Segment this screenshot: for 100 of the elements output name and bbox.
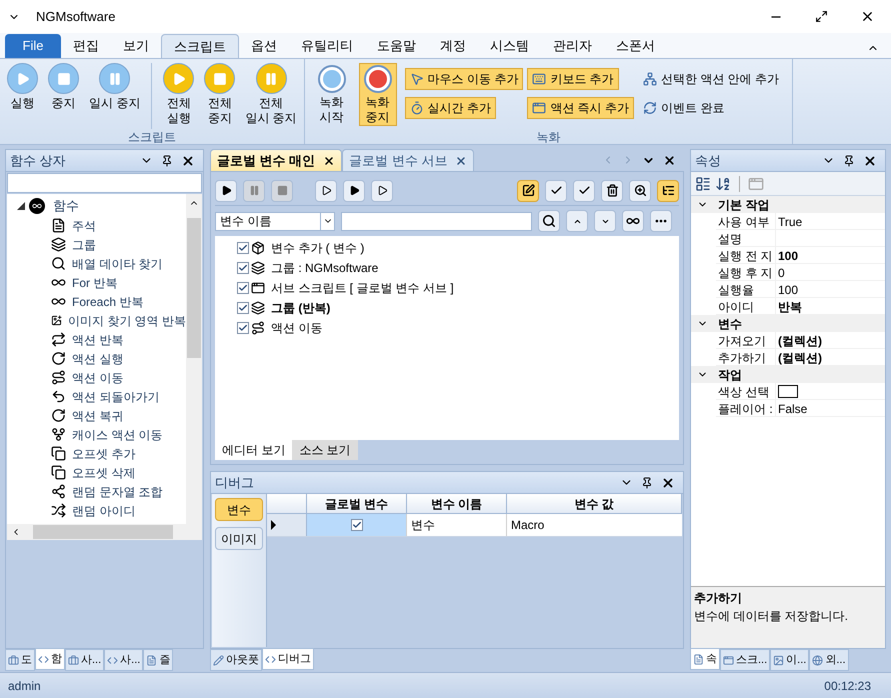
ribbon-small-button[interactable]: 이벤트 완료 bbox=[638, 97, 730, 119]
property-value[interactable]: 100 bbox=[776, 281, 798, 297]
toolbar-button[interactable] bbox=[371, 180, 393, 202]
property-value[interactable]: (컬렉션) bbox=[776, 349, 822, 365]
tree-item[interactable]: 이미지 찾기 영역 반복 bbox=[68, 312, 186, 330]
scrollbar[interactable] bbox=[7, 524, 202, 540]
view-tab[interactable]: 소스 보기 bbox=[292, 440, 358, 460]
close-icon[interactable] bbox=[661, 476, 675, 490]
checkbox[interactable] bbox=[237, 302, 249, 314]
checkbox[interactable] bbox=[237, 262, 249, 274]
side-button[interactable]: 변수 bbox=[215, 498, 263, 521]
expand-arrow-icon[interactable] bbox=[17, 202, 25, 210]
toolbar-button[interactable] bbox=[343, 180, 365, 202]
search-field[interactable] bbox=[341, 212, 532, 230]
property-value[interactable]: False bbox=[776, 400, 808, 416]
column-header[interactable]: 글로벌 변수 bbox=[307, 494, 407, 513]
toolbar-button[interactable] bbox=[215, 180, 237, 202]
ribbon-small-button[interactable]: 선택한 액션 안에 추가 bbox=[638, 68, 784, 90]
side-button[interactable]: 이미지 bbox=[215, 527, 263, 550]
scrollbar-thumb[interactable] bbox=[33, 525, 173, 539]
ribbon-tab[interactable]: 편집 bbox=[61, 34, 111, 58]
script-item[interactable]: 그룹 : NGMsoftware bbox=[271, 259, 378, 277]
ribbon-button[interactable]: 실행 bbox=[4, 63, 41, 129]
ribbon-button[interactable]: 녹화 시작 bbox=[312, 63, 351, 126]
property-value[interactable]: True bbox=[776, 213, 802, 229]
ribbon-button[interactable]: 전체 일시 중지 bbox=[242, 63, 300, 129]
toolbar-button[interactable] bbox=[657, 180, 679, 202]
script-item[interactable]: 그룹 (반복) bbox=[271, 299, 330, 317]
ribbon-tab[interactable]: 관리자 bbox=[541, 34, 604, 58]
panel-tab[interactable]: 도 bbox=[5, 649, 35, 671]
column-header[interactable]: 변수 이름 bbox=[407, 494, 507, 513]
tree-item[interactable]: 오프셋 추가 bbox=[72, 444, 136, 462]
ribbon-tab[interactable]: 시스템 bbox=[478, 34, 541, 58]
ribbon-button[interactable]: 일시 중지 bbox=[86, 63, 144, 129]
tree-item[interactable]: 액션 이동 bbox=[72, 368, 124, 386]
ribbon-button[interactable]: 중지 bbox=[45, 63, 82, 129]
toolbar-button[interactable] bbox=[601, 180, 623, 202]
tree-item[interactable]: 배열 데이타 찾기 bbox=[72, 254, 163, 272]
pin-icon[interactable] bbox=[161, 154, 173, 166]
toolbar-button[interactable] bbox=[545, 180, 567, 202]
close-icon[interactable] bbox=[863, 154, 877, 168]
color-swatch[interactable] bbox=[778, 384, 798, 398]
panel-tab[interactable]: 사... bbox=[104, 649, 144, 671]
property-value[interactable]: 0 bbox=[776, 264, 785, 280]
panel-tab[interactable]: 스크... bbox=[720, 649, 770, 671]
toolbar-button[interactable] bbox=[538, 210, 560, 232]
close-icon[interactable] bbox=[663, 154, 676, 166]
scrollbar-thumb[interactable] bbox=[187, 218, 201, 358]
checkbox[interactable] bbox=[237, 242, 249, 254]
scrollbar[interactable] bbox=[186, 194, 202, 524]
checkbox[interactable] bbox=[237, 322, 249, 334]
toolbar-button[interactable] bbox=[650, 210, 672, 232]
property-value[interactable]: 반복 bbox=[776, 298, 802, 314]
file-tab[interactable]: File bbox=[5, 34, 61, 58]
panel-tab[interactable]: 디버그 bbox=[262, 648, 314, 670]
panel-tab[interactable]: 함 bbox=[35, 648, 65, 670]
tree-item[interactable]: Foreach 반복 bbox=[72, 292, 144, 310]
ribbon-button[interactable]: 녹화 중지 bbox=[358, 63, 397, 126]
tree-item[interactable]: 액션 실행 bbox=[72, 350, 124, 368]
ribbon-tab[interactable]: 유틸리티 bbox=[289, 34, 365, 58]
tree-item[interactable]: 액션 반복 bbox=[72, 330, 124, 348]
sort-alphabetical-icon[interactable] bbox=[715, 176, 731, 192]
panel-tab[interactable]: 즐 bbox=[143, 649, 174, 671]
ribbon-tab[interactable]: 옵션 bbox=[239, 34, 289, 58]
toolbar-button[interactable] bbox=[622, 210, 644, 232]
close-icon[interactable] bbox=[860, 9, 875, 24]
property-value[interactable]: 100 bbox=[776, 247, 798, 263]
view-tab[interactable]: 에디터 보기 bbox=[215, 440, 292, 460]
ribbon-small-button[interactable]: 액션 즉시 추가 bbox=[527, 97, 634, 119]
tree-item[interactable]: 캐이스 액션 이동 bbox=[72, 426, 163, 444]
panel-tab[interactable]: 속 bbox=[690, 648, 720, 670]
tree-item[interactable]: 랜덤 문자열 조합 bbox=[72, 482, 163, 500]
ribbon-button[interactable]: 전체 중지 bbox=[201, 63, 238, 129]
panel-tab[interactable]: 아웃풋 bbox=[210, 649, 262, 671]
panel-tab[interactable]: 이... bbox=[770, 649, 810, 671]
ribbon-tab[interactable]: 도움말 bbox=[365, 34, 428, 58]
search-field[interactable] bbox=[7, 173, 202, 193]
toolbar-button[interactable] bbox=[573, 180, 595, 202]
filter-dropdown[interactable]: 변수 이름 bbox=[215, 212, 335, 230]
tree-item[interactable]: 액션 복귀 bbox=[72, 406, 124, 424]
categorized-icon[interactable] bbox=[695, 176, 711, 192]
tree-item[interactable]: 그룹 bbox=[72, 236, 96, 254]
tree-item[interactable]: 오프셋 삭제 bbox=[72, 464, 136, 482]
toolbar-button[interactable] bbox=[517, 180, 539, 202]
toolbar-button[interactable] bbox=[629, 180, 651, 202]
script-item[interactable]: 변수 추가 ( 변수 ) bbox=[271, 239, 364, 257]
property-value[interactable]: (컬렉션) bbox=[776, 332, 822, 348]
ribbon-small-button[interactable]: 키보드 추가 bbox=[527, 68, 619, 90]
tree-item[interactable]: 랜덤 아이디 bbox=[72, 502, 136, 520]
panel-tab[interactable]: 외... bbox=[809, 649, 849, 671]
pin-icon[interactable] bbox=[641, 476, 653, 488]
panel-tab[interactable]: 사... bbox=[65, 649, 104, 671]
maximize-icon[interactable] bbox=[815, 10, 828, 23]
ribbon-small-button[interactable]: 마우스 이동 추가 bbox=[404, 68, 524, 90]
tree-item[interactable]: For 반복 bbox=[72, 274, 118, 292]
column-header[interactable]: 변수 값 bbox=[507, 494, 682, 513]
tree-item[interactable]: 주석 bbox=[72, 216, 96, 234]
tree-item[interactable]: 액션 되돌아가기 bbox=[72, 388, 160, 406]
toolbar-button[interactable] bbox=[315, 180, 337, 202]
pin-icon[interactable] bbox=[843, 154, 855, 166]
